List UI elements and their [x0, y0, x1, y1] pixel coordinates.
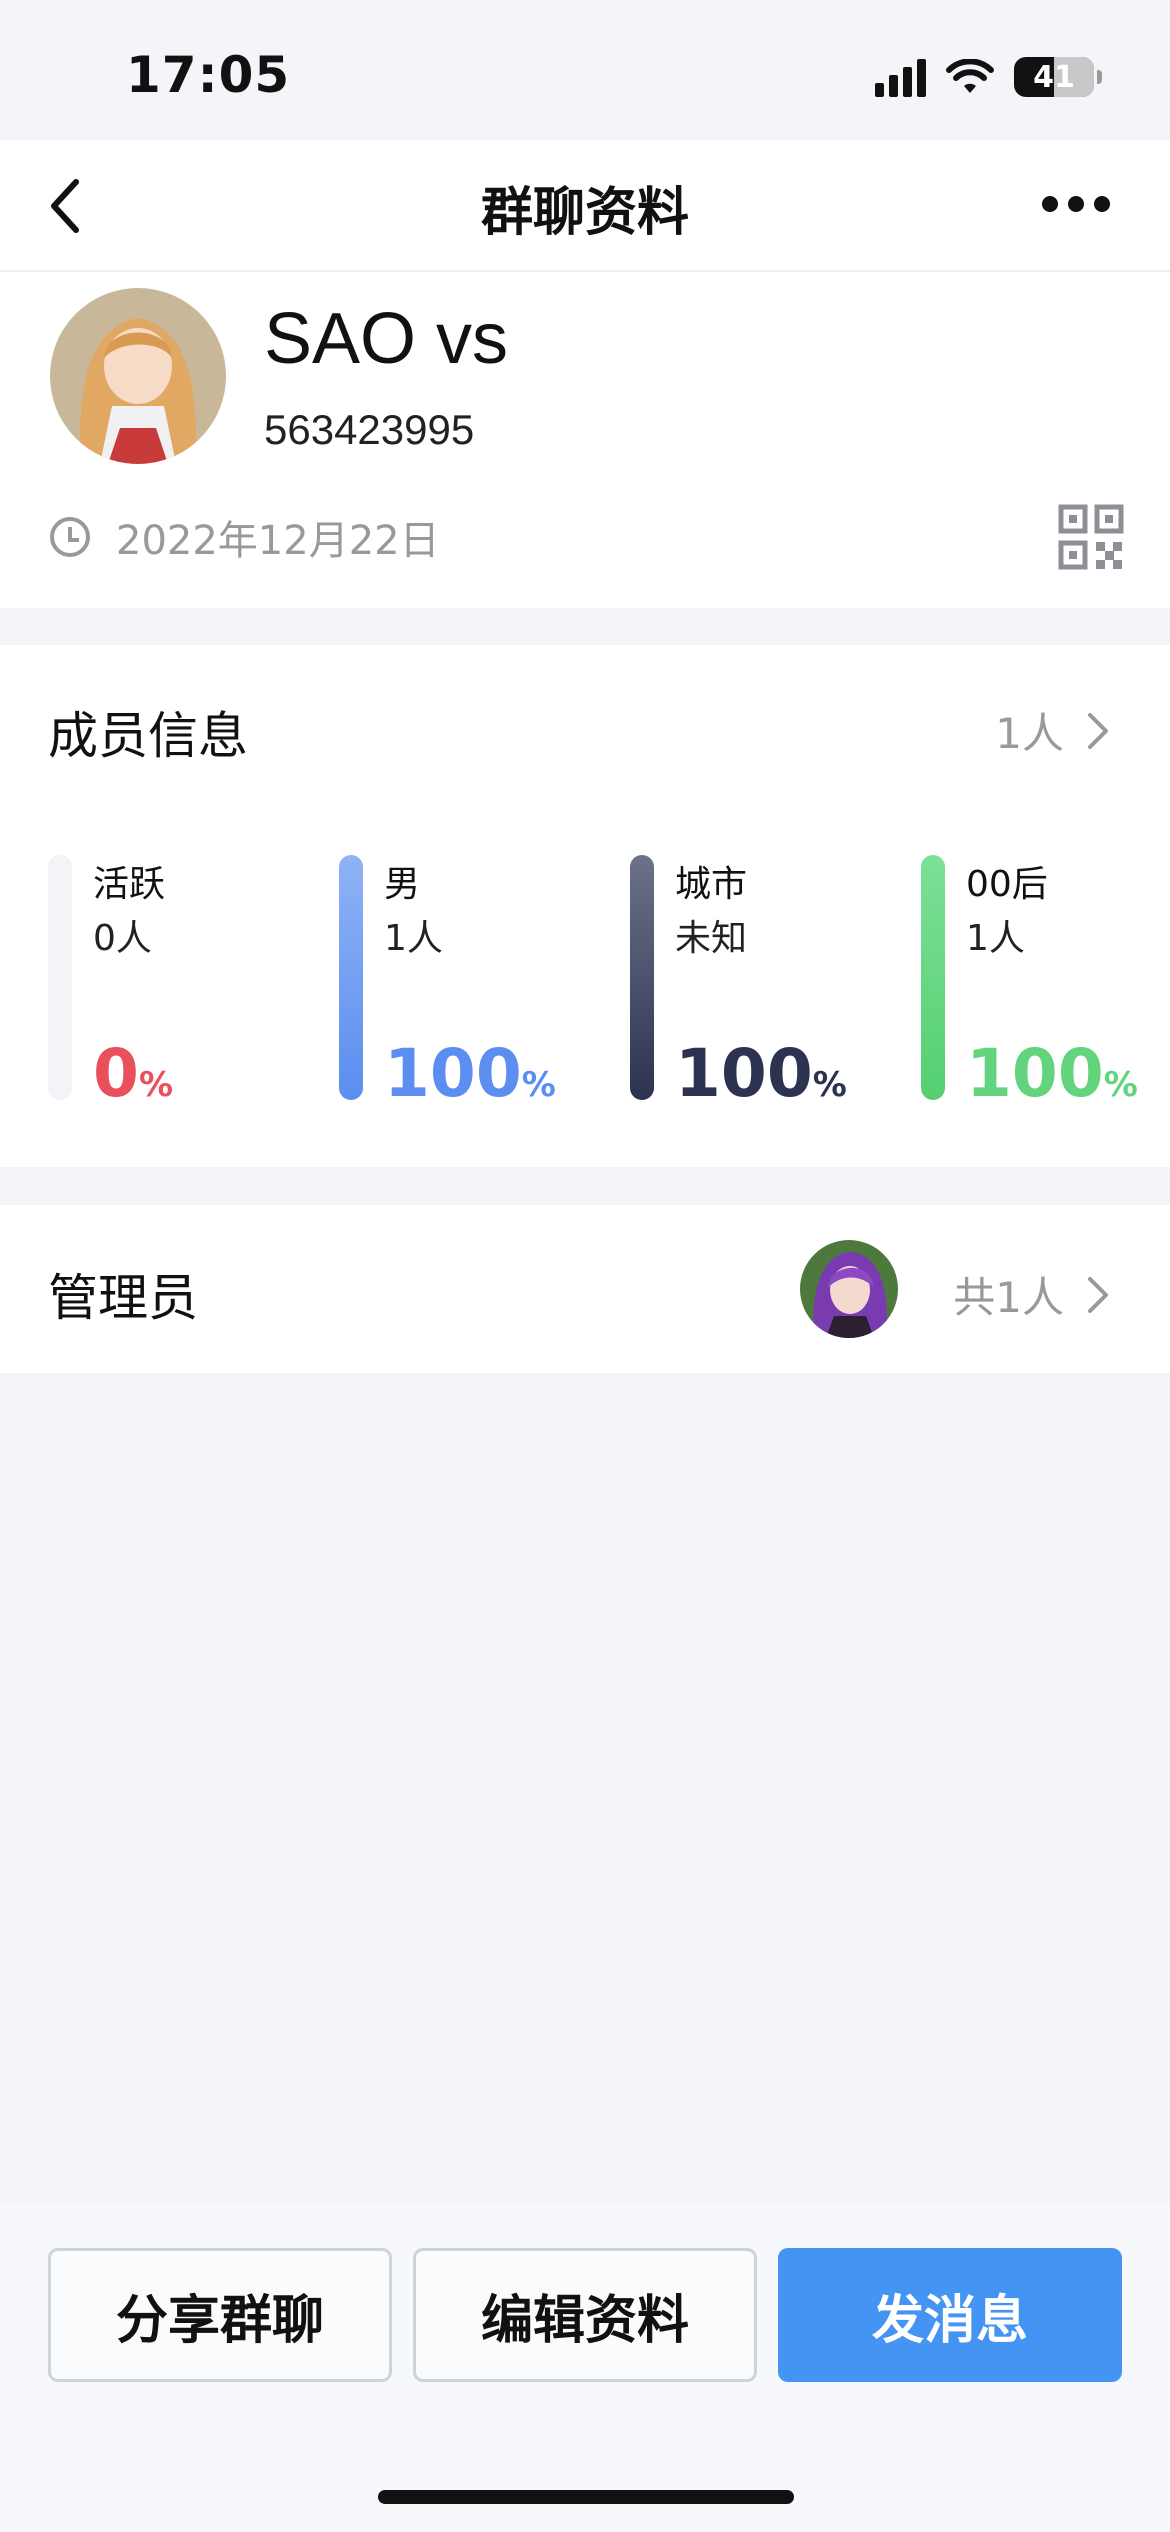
stat-label: 活跃 [93, 864, 166, 905]
stat-percent: 100% [384, 1035, 556, 1112]
clock-icon [50, 517, 90, 557]
group-avatar[interactable] [50, 288, 226, 464]
created-date-row: 2022年12月22日 [50, 508, 440, 566]
page-title: 群聊资料 [480, 183, 689, 243]
send-message-button[interactable]: 发消息 [778, 2248, 1122, 2382]
stat-male: 男 1人 100% [339, 855, 579, 1112]
stat-label: 城市 [675, 864, 748, 905]
chevron-right-icon [1088, 712, 1108, 749]
admin-count-link[interactable]: 共1人 [953, 1264, 1110, 1325]
stat-percent: 100% [675, 1035, 847, 1112]
stat-bar [48, 855, 72, 1100]
home-indicator[interactable] [378, 2490, 794, 2504]
stat-city: 城市 未知 100% [630, 855, 870, 1112]
battery-icon: 41 [1014, 57, 1102, 97]
member-count: 1人 [995, 709, 1064, 758]
signal-icon [875, 57, 926, 97]
admin-avatar[interactable] [800, 1240, 898, 1338]
stat-active: 活跃 0人 0% [48, 855, 288, 1112]
stat-bar [630, 855, 654, 1100]
stat-sub: 1人 [384, 918, 443, 959]
status-time: 17:05 [126, 46, 291, 104]
stat-percent: 100% [966, 1035, 1138, 1112]
battery-level: 41 [1033, 59, 1075, 95]
share-group-button[interactable]: 分享群聊 [48, 2248, 392, 2382]
stat-label: 00后 [966, 864, 1048, 905]
admin-count: 共1人 [953, 1273, 1064, 1322]
admin-title: 管理员 [48, 1269, 198, 1327]
stat-label: 男 [384, 864, 421, 905]
chevron-right-icon [1088, 1276, 1108, 1313]
stat-sub: 0人 [93, 918, 152, 959]
qr-code-icon[interactable] [1058, 504, 1124, 570]
stat-bar [339, 855, 363, 1100]
member-count-link[interactable]: 1人 [995, 700, 1110, 761]
edit-profile-button[interactable]: 编辑资料 [413, 2248, 757, 2382]
stat-bar [921, 855, 945, 1100]
stat-percent: 0% [93, 1035, 174, 1112]
more-horizontal-icon[interactable] [1042, 196, 1110, 212]
member-info-title: 成员信息 [48, 707, 248, 765]
group-id: 563423995 [264, 406, 475, 453]
stat-sub: 未知 [675, 918, 748, 959]
stat-age-00: 00后 1人 100% [921, 855, 1161, 1112]
status-icons: 41 [875, 52, 1102, 102]
created-date: 2022年12月22日 [116, 518, 440, 564]
stat-sub: 1人 [966, 918, 1025, 959]
group-name: SAO vs [264, 299, 509, 379]
wifi-icon [946, 59, 994, 93]
